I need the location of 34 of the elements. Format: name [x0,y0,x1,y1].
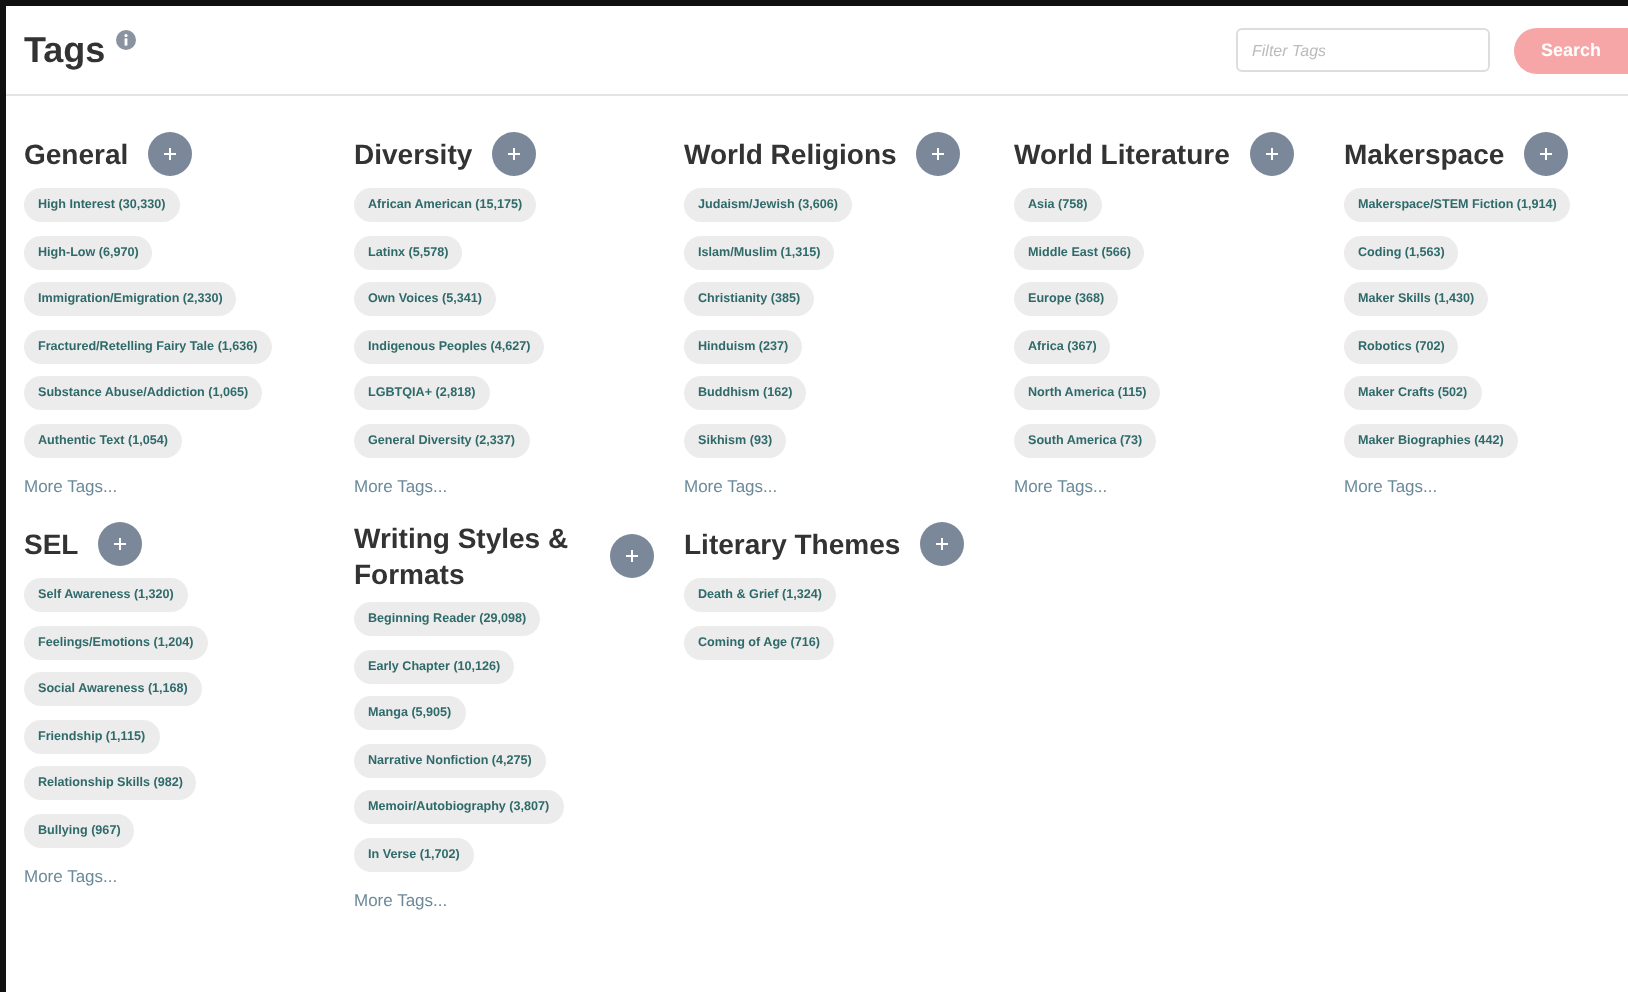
plus-icon [1263,146,1280,162]
category-title: Diversity [354,136,473,172]
more-tags-link[interactable]: More Tags... [24,476,118,496]
add-tag-button[interactable] [920,522,965,566]
plus-icon [162,146,179,162]
plus-icon [112,536,129,552]
page-title: Tags [24,29,106,71]
category-title: Makerspace [1344,136,1505,172]
add-tag-button[interactable] [610,534,654,578]
plus-icon [1538,146,1555,162]
info-icon[interactable] [115,30,136,50]
add-tag-button[interactable] [1249,132,1294,176]
add-tag-button[interactable] [98,522,143,566]
category-title: General [24,136,129,172]
add-tag-button[interactable] [916,132,961,176]
plus-icon [930,146,947,162]
more-tags-link[interactable]: More Tags... [354,476,448,496]
more-tags-link[interactable]: More Tags... [354,890,448,910]
more-tags-link[interactable]: More Tags... [1344,476,1438,496]
add-tag-button[interactable] [492,132,537,176]
category-title: Writing Styles & Formats [354,520,571,592]
more-tags-link[interactable]: More Tags... [24,866,118,886]
add-tag-button[interactable] [148,132,193,176]
more-tags-link[interactable]: More Tags... [684,476,778,496]
category-title: World Religions [684,136,897,172]
category-title: Literary Themes [684,526,901,562]
category-title: SEL [24,526,79,562]
add-tag-button[interactable] [1524,132,1569,176]
category-title: World Literature [1014,136,1230,172]
plus-icon [624,548,640,564]
plus-icon [506,146,523,162]
filter-field[interactable]: Filter Tags [1236,28,1490,72]
plus-icon [934,536,951,552]
more-tags-link[interactable]: More Tags... [1014,476,1108,496]
